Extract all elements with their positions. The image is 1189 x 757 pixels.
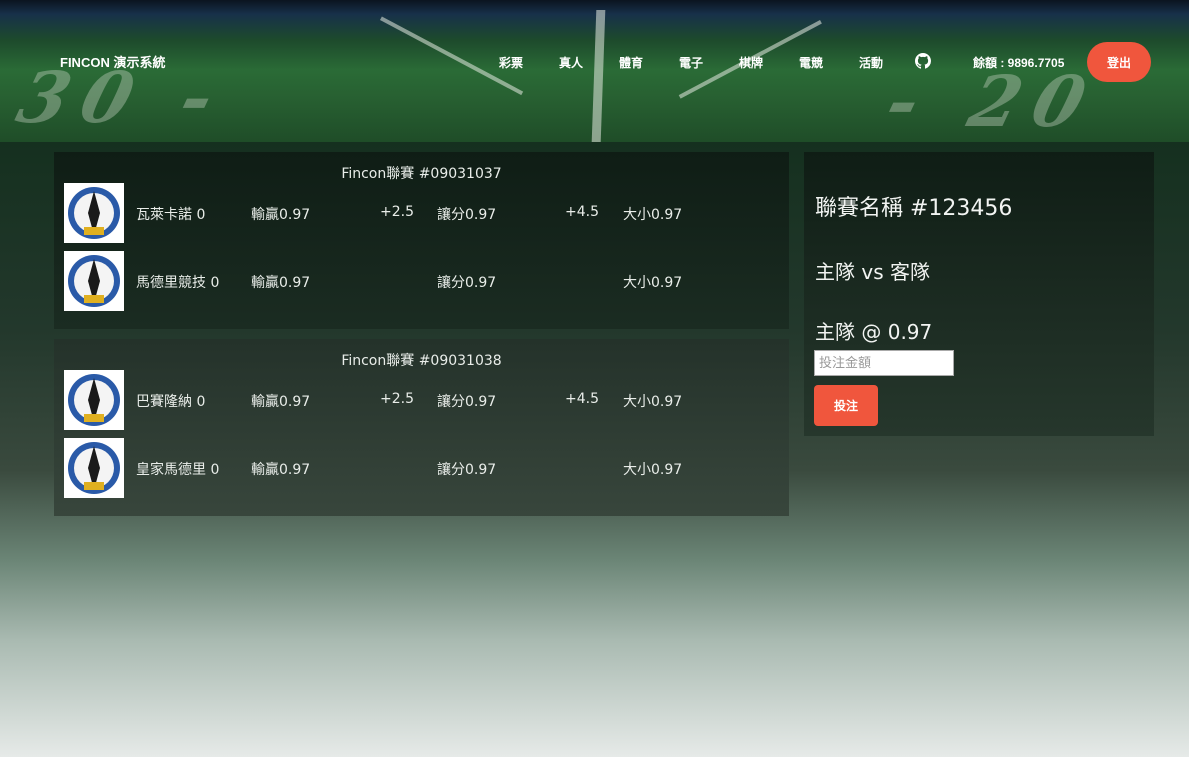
header-banner: 30 - - 20 FINCON 演示系統 彩票 真人 體育 電子 棋牌 電競 … [0,0,1189,142]
total-odds[interactable]: 大小0.97 [623,459,682,479]
league-title: Fincon聯賽 #09031037 [341,166,502,182]
total-line: +4.5 [565,204,599,220]
team-logo [64,370,124,430]
total-line: +4.5 [565,391,599,407]
handicap-odds[interactable]: 讓分0.97 [437,272,496,292]
team-row: 皇家馬德里 0 輸贏0.97 讓分0.97 大小0.97 [64,438,784,498]
team-row: 馬德里競技 0 輸贏0.97 讓分0.97 大小0.97 [64,251,784,311]
moneyline-odds[interactable]: 輸贏0.97 [251,459,310,479]
handicap-odds[interactable]: 讓分0.97 [437,204,496,224]
nav-item-sports[interactable]: 體育 [619,54,643,71]
nav-item-live[interactable]: 真人 [559,54,583,71]
team-name: 瓦萊卡諾 0 [136,207,206,223]
handicap-odds[interactable]: 讓分0.97 [437,459,496,479]
team-name: 皇家馬德里 0 [136,462,220,478]
brand-title[interactable]: FINCON 演示系統 [60,52,165,71]
moneyline-odds[interactable]: 輸贏0.97 [251,204,310,224]
match-card: Fincon聯賽 #09031038 巴賽隆納 0 輸贏0.97 +2.5 讓分… [54,339,789,516]
match-card: Fincon聯賽 #09031037 瓦萊卡諾 0 輸贏0.97 +2.5 讓分… [54,152,789,329]
account-balance: 餘額 : 9896.7705 [973,56,1065,70]
bet-amount-input[interactable] [814,350,954,376]
league-title: Fincon聯賽 #09031038 [341,353,502,369]
logout-button[interactable]: 登出 [1087,42,1151,82]
total-odds[interactable]: 大小0.97 [623,204,682,224]
field-line [591,10,606,142]
nav-item-lottery[interactable]: 彩票 [499,54,523,71]
moneyline-odds[interactable]: 輸贏0.97 [251,391,310,411]
handicap-line: +2.5 [380,391,414,407]
bet-slip-league: 聯賽名稱 #123456 [815,196,1013,221]
github-icon[interactable] [915,53,931,69]
team-name: 巴賽隆納 0 [136,394,206,410]
place-bet-button[interactable]: 投注 [814,385,878,426]
nav-item-esports[interactable]: 電競 [799,54,823,71]
team-row: 巴賽隆納 0 輸贏0.97 +2.5 讓分0.97 +4.5 大小0.97 [64,370,784,430]
yard-number-right: - 20 [870,60,1117,142]
bet-slip-match: 主隊 vs 客隊 [815,260,930,284]
team-logo [64,251,124,311]
nav-item-slots[interactable]: 電子 [679,54,703,71]
nav-item-cards[interactable]: 棋牌 [739,54,763,71]
total-odds[interactable]: 大小0.97 [623,391,682,411]
nav-item-promotions[interactable]: 活動 [859,54,883,71]
team-row: 瓦萊卡諾 0 輸贏0.97 +2.5 讓分0.97 +4.5 大小0.97 [64,183,784,243]
moneyline-odds[interactable]: 輸贏0.97 [251,272,310,292]
team-name: 馬德里競技 0 [136,275,220,291]
bet-slip-pick: 主隊 @ 0.97 [815,320,933,344]
team-logo [64,183,124,243]
total-odds[interactable]: 大小0.97 [623,272,682,292]
team-logo [64,438,124,498]
handicap-line: +2.5 [380,204,414,220]
handicap-odds[interactable]: 讓分0.97 [437,391,496,411]
bet-slip: 聯賽名稱 #123456 主隊 vs 客隊 主隊 @ 0.97 投注 [804,152,1154,436]
